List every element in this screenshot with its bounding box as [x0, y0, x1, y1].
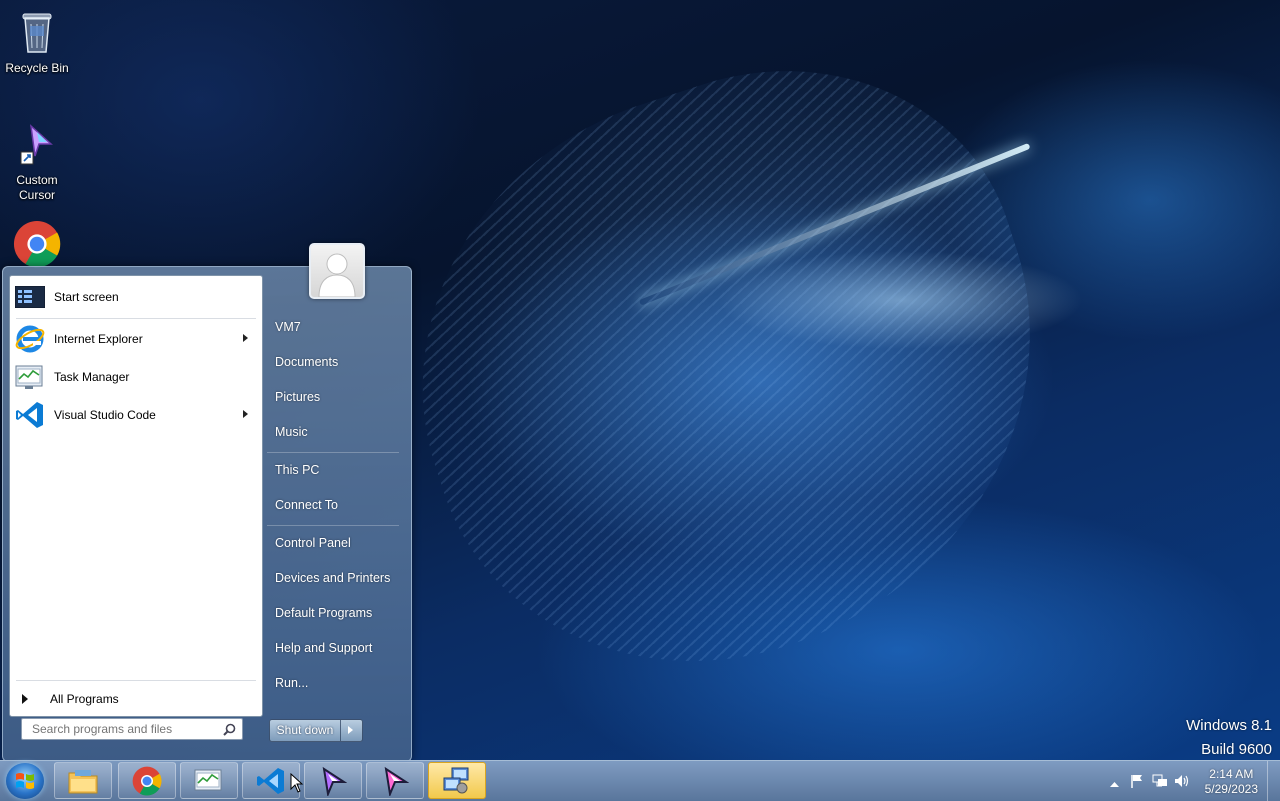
custom-cursor-icon [322, 766, 347, 796]
place-music[interactable]: Music [275, 425, 308, 439]
place-control-panel[interactable]: Control Panel [275, 536, 351, 550]
start-menu: Start screen Internet Explorer Task Mana… [2, 243, 412, 762]
taskbar-chrome[interactable] [118, 762, 176, 799]
show-desktop-button[interactable] [1267, 761, 1280, 801]
shutdown-options-button[interactable] [341, 720, 362, 741]
place-default-programs[interactable]: Default Programs [275, 606, 372, 620]
network-icon[interactable] [1152, 774, 1168, 791]
task-manager-icon [14, 361, 46, 393]
vscode-icon [14, 399, 46, 431]
chrome-icon [132, 766, 162, 796]
system-tray: 2:14 AM 5/29/2023 [1100, 761, 1280, 801]
task-manager-icon [194, 769, 222, 790]
submenu-arrow-icon[interactable] [243, 410, 248, 418]
shutdown-button-group: Shut down [269, 719, 363, 742]
taskbar-custom-cursor-1[interactable] [304, 762, 362, 799]
network-config-icon [443, 767, 469, 793]
user-avatar[interactable] [309, 243, 365, 299]
start-button[interactable] [6, 763, 44, 799]
chrome-icon [0, 220, 74, 272]
all-programs-button[interactable]: All Programs [10, 686, 260, 712]
start-menu-programs-pane: Start screen Internet Explorer Task Mana… [9, 275, 263, 717]
watermark-os: Windows 8.1 [1186, 717, 1272, 734]
start-item-internet-explorer[interactable]: Internet Explorer [14, 322, 258, 356]
place-devices-and-printers[interactable]: Devices and Printers [275, 571, 390, 585]
internet-explorer-icon [14, 323, 46, 355]
start-screen-icon [14, 281, 46, 313]
desktop-icon-label: Recycle Bin [5, 61, 69, 75]
watermark-build: Build 9600 [1201, 741, 1272, 758]
clock-time: 2:14 AM [1209, 767, 1254, 781]
vscode-icon [257, 767, 284, 794]
divider [16, 680, 256, 681]
search-programs-box[interactable] [21, 718, 243, 740]
start-item-label: Task Manager [54, 370, 130, 384]
volume-icon[interactable] [1174, 774, 1190, 791]
divider [16, 318, 256, 319]
place-help-and-support[interactable]: Help and Support [275, 641, 372, 655]
divider [267, 452, 399, 453]
start-item-label: Internet Explorer [54, 332, 143, 346]
shutdown-button[interactable]: Shut down [270, 720, 341, 741]
taskbar-network-config[interactable] [428, 762, 486, 799]
windows-version-watermark: Windows 8.1 Build 9600 [1186, 714, 1272, 760]
taskbar-file-explorer[interactable] [54, 762, 112, 799]
submenu-arrow-icon[interactable] [243, 334, 248, 342]
clock-date: 5/29/2023 [1204, 782, 1258, 796]
divider [267, 525, 399, 526]
place-user-folder[interactable]: VM7 [275, 320, 301, 334]
windows-logo-icon [16, 773, 34, 789]
taskbar-task-manager[interactable] [180, 762, 238, 799]
place-run[interactable]: Run... [275, 676, 308, 690]
start-menu-places-pane: VM7 Documents Pictures Music This PC Con… [261, 243, 411, 761]
taskbar: 2:14 AM 5/29/2023 [0, 760, 1280, 801]
action-center-flag-icon[interactable] [1130, 774, 1144, 791]
chevron-right-icon [348, 726, 353, 734]
start-item-visual-studio-code[interactable]: Visual Studio Code [14, 398, 258, 432]
start-item-task-manager[interactable]: Task Manager [14, 360, 258, 394]
show-hidden-icons[interactable] [1110, 777, 1119, 791]
search-input[interactable] [30, 721, 214, 737]
start-item-label: Visual Studio Code [54, 408, 156, 422]
place-documents[interactable]: Documents [275, 355, 338, 369]
search-icon[interactable] [223, 723, 236, 739]
taskbar-custom-cursor-2[interactable] [366, 762, 424, 799]
start-item-start-screen[interactable]: Start screen [14, 280, 258, 314]
cursor-shortcut-icon [0, 122, 74, 170]
recycle-bin-icon [0, 8, 74, 58]
wallpaper-feather [348, 7, 1112, 733]
custom-cursor-icon [384, 766, 409, 796]
file-explorer-icon [68, 769, 98, 793]
place-pictures[interactable]: Pictures [275, 390, 320, 404]
taskbar-clock[interactable]: 2:14 AM 5/29/2023 [1205, 767, 1258, 797]
place-connect-to[interactable]: Connect To [275, 498, 338, 512]
start-item-label: Start screen [54, 290, 119, 304]
desktop-icon-recycle-bin[interactable]: Recycle Bin [0, 8, 74, 76]
mouse-pointer-icon [290, 773, 304, 793]
expand-arrow-icon [22, 694, 28, 704]
all-programs-label: All Programs [50, 692, 119, 706]
desktop-icon-custom-cursor[interactable]: Custom Cursor [0, 122, 74, 203]
desktop-icon-label: Custom Cursor [16, 173, 58, 202]
place-this-pc[interactable]: This PC [275, 463, 319, 477]
